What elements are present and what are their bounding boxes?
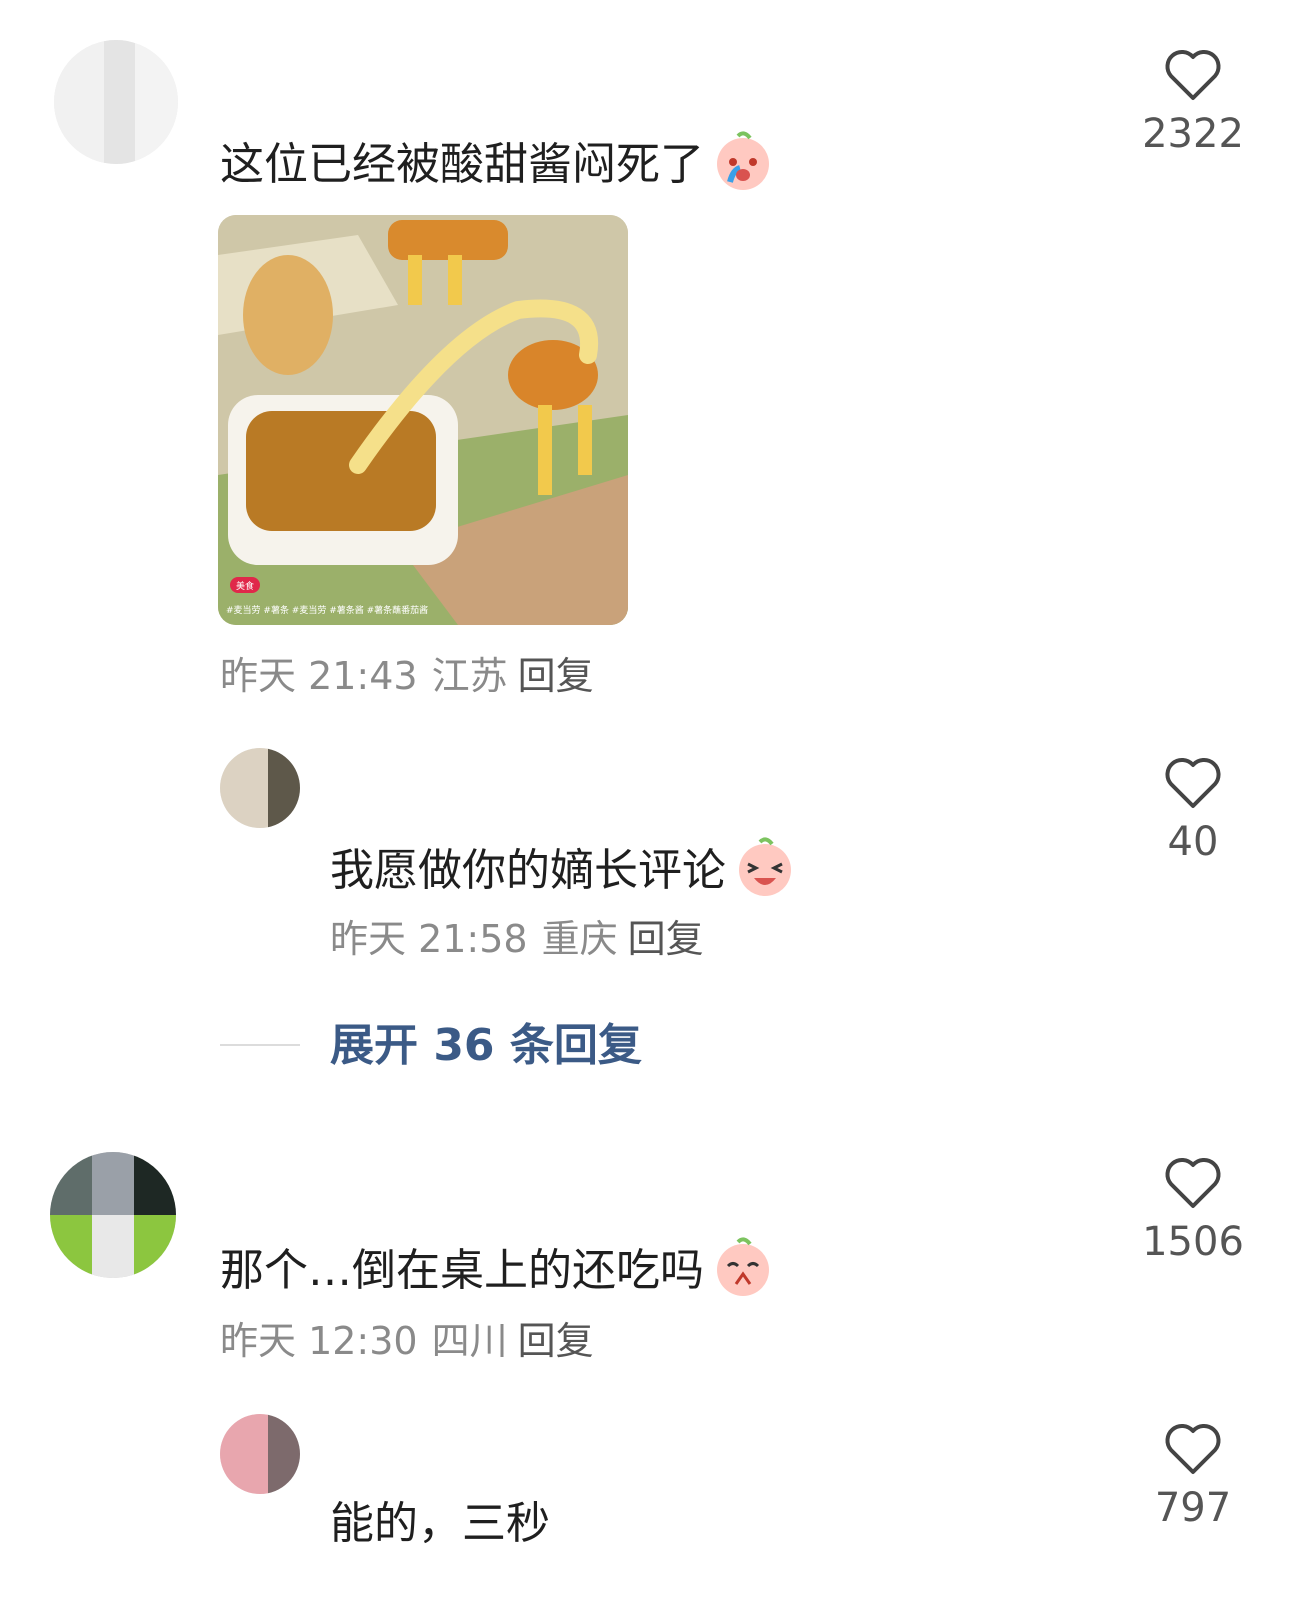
like-count: 1506 <box>1142 1219 1244 1265</box>
reply-text: 我愿做你的嫡长评论 <box>330 836 796 906</box>
heart-icon <box>1165 49 1221 100</box>
crying-face-emoji <box>712 130 774 200</box>
comment-text: 那个…倒在桌上的还吃吗 <box>220 1236 774 1306</box>
reply-button[interactable]: 回复 <box>518 654 594 698</box>
praying-face-emoji <box>712 1236 774 1306</box>
like-button[interactable]: 1506 <box>1128 1156 1258 1262</box>
laughing-face-emoji <box>734 836 796 906</box>
comment-meta: 昨天 21:43 江苏 回复 <box>220 657 594 695</box>
like-button[interactable]: 40 <box>1128 756 1258 862</box>
like-button[interactable]: 797 <box>1128 1422 1258 1528</box>
comment-time: 昨天 12:30 <box>220 1319 418 1363</box>
comment-location: 重庆 <box>541 917 618 961</box>
heart-icon <box>1165 757 1221 808</box>
comment-image[interactable]: 美食 #麦当劳 #薯条 #麦当劳 #薯条酱 #薯条蘸番茄酱 <box>218 215 628 625</box>
like-count: 40 <box>1167 819 1219 865</box>
like-count: 2322 <box>1142 111 1244 157</box>
comment-text: 这位已经被酸甜酱闷死了 <box>220 130 774 200</box>
heart-icon <box>1165 1423 1221 1474</box>
reply-button[interactable]: 回复 <box>628 917 704 961</box>
expand-replies-button[interactable]: 展开 36 条回复 <box>330 1024 642 1068</box>
image-caption: #麦当劳 #薯条 #麦当劳 #薯条酱 #薯条蘸番茄酱 <box>226 604 428 616</box>
comment-location: 江苏 <box>431 654 508 698</box>
expand-divider <box>220 1044 300 1046</box>
like-button[interactable]: 2322 <box>1128 48 1258 154</box>
avatar[interactable] <box>220 1414 300 1494</box>
avatar[interactable] <box>54 40 178 164</box>
image-sticker: 美食 <box>236 580 254 592</box>
heart-icon <box>1165 1157 1221 1208</box>
comment-meta: 昨天 12:30 四川 回复 <box>220 1322 594 1360</box>
reply-meta: 昨天 21:58 重庆 回复 <box>330 920 704 958</box>
avatar[interactable] <box>220 748 300 828</box>
comment-location: 四川 <box>431 1319 508 1363</box>
comment-time: 昨天 21:58 <box>330 917 528 961</box>
comment-time: 昨天 21:43 <box>220 654 418 698</box>
reply-text: 能的，三秒 <box>330 1498 550 1549</box>
reply-button[interactable]: 回复 <box>518 1319 594 1363</box>
avatar[interactable] <box>50 1152 176 1278</box>
like-count: 797 <box>1154 1485 1232 1531</box>
